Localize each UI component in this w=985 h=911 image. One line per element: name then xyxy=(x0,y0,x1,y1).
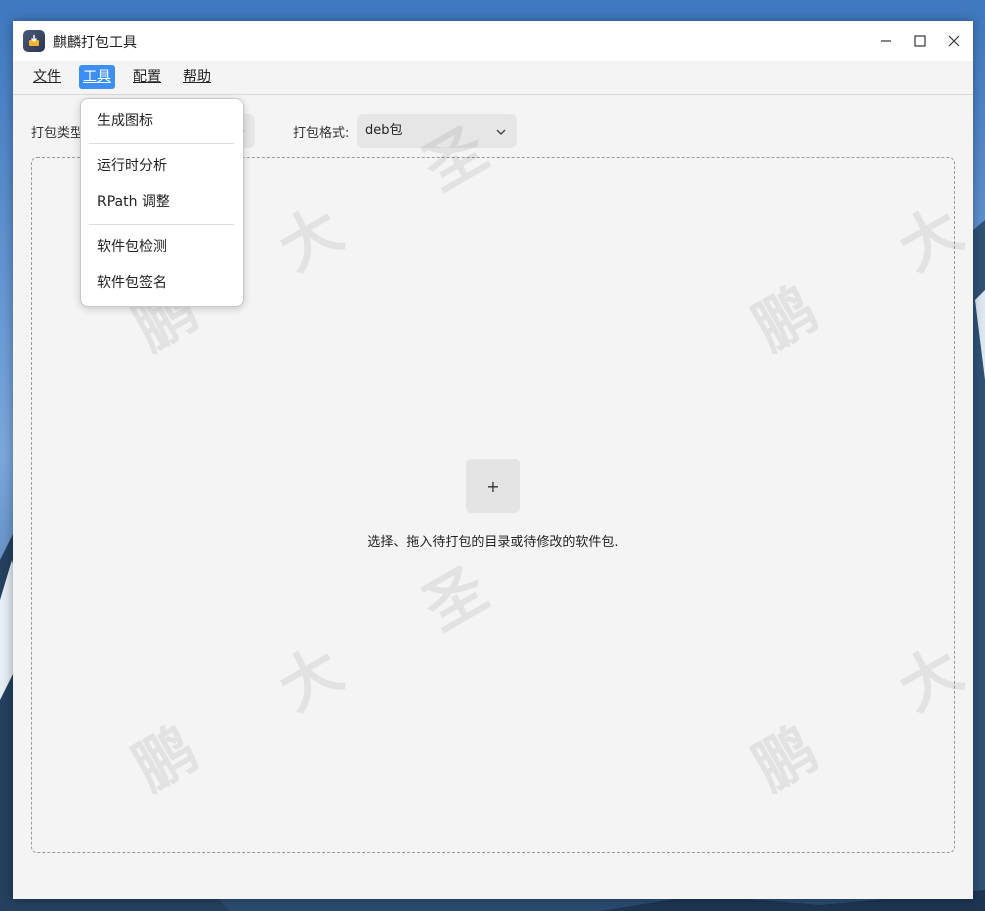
menu-item-runtime-analysis[interactable]: 运行时分析 xyxy=(97,156,167,176)
app-window: 麒麟打包工具 文件 工具 配置 帮助 打包类型 ⌵ 打包格式: deb包 鹏 大… xyxy=(13,21,973,899)
drop-hint: 选择、拖入待打包的目录或待修改的软件包. xyxy=(367,535,619,550)
chevron-down-icon xyxy=(495,114,507,148)
menu-item-package-check[interactable]: 软件包检测 xyxy=(97,237,167,257)
maximize-button[interactable] xyxy=(909,30,931,52)
menu-separator xyxy=(89,143,234,144)
menu-item-package-sign[interactable]: 软件包签名 xyxy=(97,273,167,293)
menu-separator xyxy=(89,224,234,225)
close-icon xyxy=(948,35,960,47)
close-button[interactable] xyxy=(943,30,965,52)
menu-file[interactable]: 文件 xyxy=(29,65,65,89)
maximize-icon xyxy=(914,35,926,47)
minimize-button[interactable] xyxy=(875,30,897,52)
app-icon xyxy=(23,30,45,52)
menu-help[interactable]: 帮助 xyxy=(179,65,215,89)
package-format-label: 打包格式: xyxy=(293,126,350,141)
window-title: 麒麟打包工具 xyxy=(53,35,137,51)
plus-icon: + xyxy=(486,476,500,496)
menu-config[interactable]: 配置 xyxy=(129,65,165,89)
minimize-icon xyxy=(881,40,891,42)
package-type-label: 打包类型 xyxy=(31,126,84,141)
menu-bar: 文件 工具 配置 帮助 xyxy=(13,61,973,95)
title-bar: 麒麟打包工具 xyxy=(13,21,973,61)
tools-dropdown-menu: 生成图标 运行时分析 RPath 调整 软件包检测 软件包签名 xyxy=(80,98,244,307)
add-button[interactable]: + xyxy=(466,459,520,513)
package-format-combo[interactable]: deb包 xyxy=(357,114,517,148)
menu-item-rpath-adjust[interactable]: RPath 调整 xyxy=(97,192,170,212)
menu-item-generate-icon[interactable]: 生成图标 xyxy=(97,111,153,131)
package-format-value: deb包 xyxy=(365,123,403,138)
menu-tools[interactable]: 工具 xyxy=(79,65,115,89)
